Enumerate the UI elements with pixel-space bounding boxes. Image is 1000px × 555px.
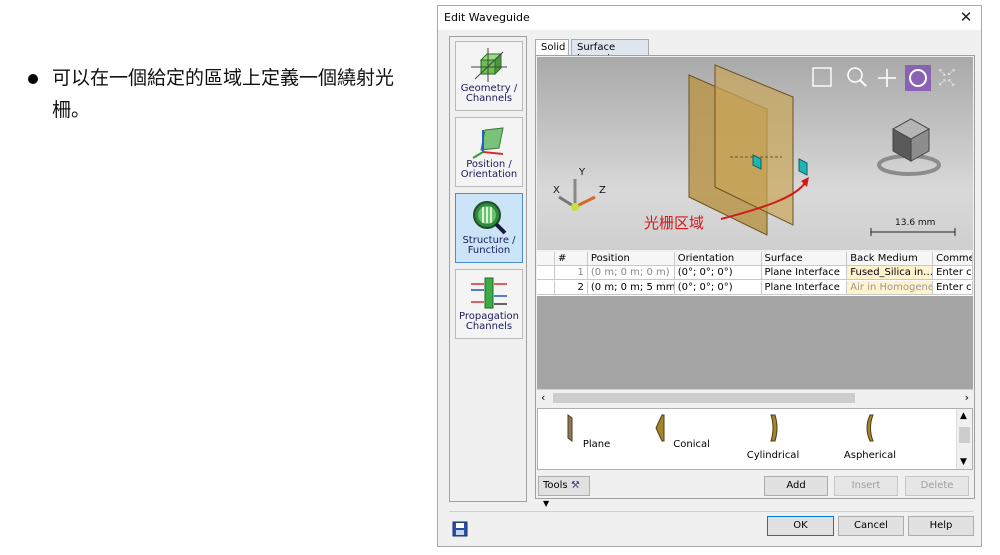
cancel-button[interactable]: Cancel [838, 516, 904, 536]
side-navigation: Geometry / Channels Position / Orientati… [449, 36, 527, 502]
scroll-right-icon[interactable]: › [965, 391, 969, 404]
footer-separator [449, 511, 973, 512]
table-row[interactable]: 1 (0 m; 0 m; 0 m) (0°; 0°; 0°) Plane Int… [537, 266, 974, 281]
plane-surface-icon [567, 414, 573, 442]
header-surface[interactable]: Surface [761, 252, 848, 266]
tools-label: Tools [543, 480, 568, 491]
tools-menu-button[interactable]: Tools ⚒ ▼ [538, 476, 590, 508]
scale-bar-label: 13.6 mm [895, 218, 936, 228]
surface-type-aspherical[interactable]: Aspherical [835, 411, 905, 461]
row-position[interactable]: (0 m; 0 m; 0 m) [587, 266, 675, 280]
close-icon[interactable]: ✕ [957, 8, 975, 26]
row-surface[interactable]: Plane Interface [761, 281, 848, 295]
vertical-scrollbar[interactable]: ▲ ▼ [956, 409, 972, 469]
surface-type-plane[interactable]: Plane [550, 411, 620, 450]
geometry-cube-icon [471, 48, 507, 82]
header-back-medium[interactable]: Back Medium [847, 252, 934, 266]
surface-type-cylindrical[interactable]: Cylindrical [738, 411, 808, 461]
scroll-thumb[interactable] [553, 393, 855, 403]
surface-type-conical[interactable]: Conical [645, 411, 715, 450]
table-row[interactable]: 2 (0 m; 0 m; 5 mm) (0°; 0°; 0°) Plane In… [537, 281, 974, 296]
row-selector[interactable] [537, 266, 555, 280]
help-button[interactable]: Help [908, 516, 974, 536]
dialog-title: Edit Waveguide [444, 11, 530, 24]
cylindrical-surface-icon [770, 414, 778, 442]
nav-geometry-label: Geometry / Channels [460, 83, 518, 104]
grating-region-annotation: 光栅区域 [644, 214, 705, 232]
nav-structure-label: Structure / Function [462, 235, 516, 256]
row-back-medium[interactable]: Air in Homogene… [847, 281, 934, 295]
row-comment[interactable]: Enter co [933, 281, 974, 295]
position-axes-icon [472, 127, 504, 159]
surface-type-picker: Plane Conical Cylindrical Aspherical ▲ ▼ [537, 408, 973, 470]
svg-text:⤢ ⤡: ⤢ ⤡ [938, 78, 955, 87]
tools-wrench-icon: ⚒ [570, 480, 580, 491]
scroll-down-icon[interactable]: ▼ [960, 457, 967, 467]
horizontal-scrollbar[interactable]: ‹ › [537, 389, 973, 405]
nav-position-label: Position / Orientation [460, 159, 518, 180]
row-number: 2 [554, 281, 588, 295]
row-comment[interactable]: Enter co [933, 266, 974, 280]
bullet-dot-icon [28, 74, 38, 84]
axis-x-label: X [553, 185, 560, 196]
surface-type-label: Conical [673, 439, 710, 450]
header-comment[interactable]: Comme [933, 252, 974, 266]
surface-type-label: Cylindrical [746, 450, 800, 461]
row-number: 1 [554, 266, 588, 280]
row-position[interactable]: (0 m; 0 m; 5 mm) [587, 281, 675, 295]
axis-y-label: Y [579, 167, 586, 178]
scroll-thumb[interactable] [959, 427, 970, 443]
add-button[interactable]: Add [764, 476, 828, 496]
tab-surface-layouts[interactable]: Surface Layouts [571, 39, 649, 64]
ok-button[interactable]: OK [767, 516, 834, 536]
conical-surface-icon [655, 414, 665, 442]
nav-propagation-label: Propagation Channels [459, 311, 519, 332]
scroll-left-icon[interactable]: ‹ [541, 391, 545, 404]
row-orientation[interactable]: (0°; 0°; 0°) [674, 266, 762, 280]
surface-type-label: Plane [582, 439, 611, 450]
nav-geometry-channels[interactable]: Geometry / Channels [455, 41, 523, 111]
propagation-channels-icon [471, 277, 507, 309]
chevron-down-icon: ▼ [543, 499, 550, 508]
tab-content: ⤡ ⤢ ⤢ ⤡ Y X Z 光栅区域 13.6 mm # Position Or… [535, 55, 975, 508]
save-icon[interactable] [452, 521, 468, 537]
axis-z-label: Z [599, 185, 606, 196]
header-number[interactable]: # [554, 252, 588, 266]
nav-position-orientation[interactable]: Position / Orientation [455, 117, 523, 187]
header-orientation[interactable]: Orientation [674, 252, 762, 266]
nav-propagation-channels[interactable]: Propagation Channels [455, 269, 523, 339]
slide-bullet-text: 可以在一個給定的區域上定義一個繞射光柵。 [52, 67, 395, 121]
row-back-medium[interactable]: Fused_Silica in… [847, 266, 934, 280]
surfaces-table: # Position Orientation Surface Back Medi… [537, 252, 974, 405]
svg-text:⤡ ⤢: ⤡ ⤢ [939, 68, 954, 77]
header-position[interactable]: Position [587, 252, 675, 266]
delete-button[interactable]: Delete [905, 476, 969, 496]
title-bar: Edit Waveguide ✕ [438, 6, 981, 30]
header-blank [537, 252, 555, 266]
3d-viewport[interactable]: ⤡ ⤢ ⤢ ⤡ Y X Z 光栅区域 13.6 mm [537, 57, 973, 250]
row-orientation[interactable]: (0°; 0°; 0°) [674, 281, 762, 295]
tab-solid[interactable]: Solid [535, 39, 569, 56]
surface-type-label: Aspherical [843, 450, 897, 461]
nav-structure-function[interactable]: Structure / Function [455, 193, 523, 263]
aspherical-surface-icon [866, 414, 874, 442]
scroll-up-icon[interactable]: ▲ [960, 411, 967, 421]
slide-bullet: 可以在一個給定的區域上定義一個繞射光柵。 [28, 62, 428, 126]
row-selector[interactable] [537, 281, 555, 295]
structure-magnifier-icon [473, 201, 507, 235]
table-header: # Position Orientation Surface Back Medi… [537, 252, 974, 266]
edit-waveguide-dialog: Edit Waveguide ✕ Geometry / Channels Pos… [437, 5, 982, 547]
row-surface[interactable]: Plane Interface [761, 266, 848, 280]
insert-button[interactable]: Insert [834, 476, 898, 496]
